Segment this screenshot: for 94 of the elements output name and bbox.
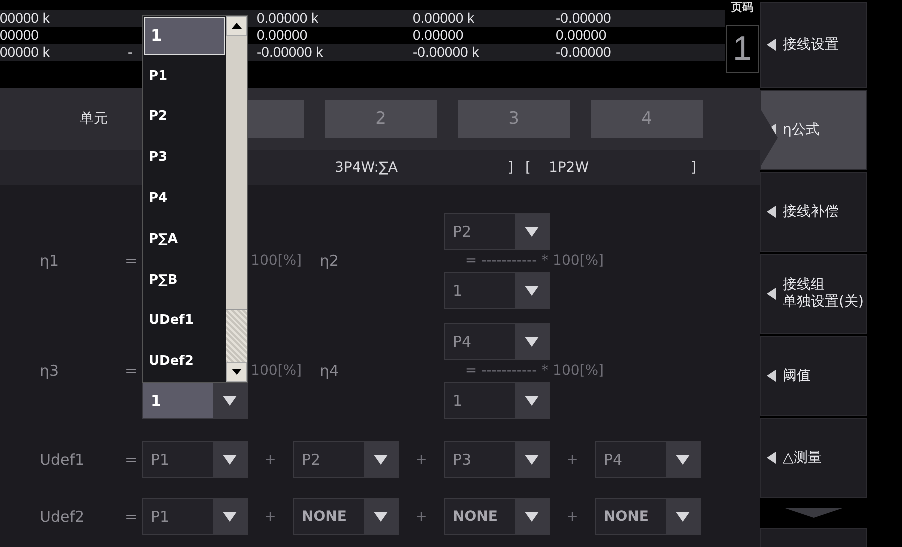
equals-sign: =: [125, 252, 138, 270]
left-triangle-icon: [767, 288, 776, 300]
dropdown-arrow-icon: [223, 396, 237, 406]
table-cell: -: [128, 44, 133, 60]
scroll-down-button[interactable]: [226, 362, 247, 382]
dropdown-select[interactable]: P2: [293, 441, 399, 478]
dropdown-select[interactable]: 1: [444, 272, 550, 309]
dropdown-arrow-icon: [374, 512, 388, 522]
plus-sign: +: [416, 452, 428, 468]
table-cell: 0.00000 k: [257, 10, 318, 26]
wiring-mode: 1P2W: [548, 160, 590, 176]
plus-sign: +: [416, 508, 428, 524]
down-triangle-icon: [784, 508, 844, 518]
table-cell: 0.00000: [556, 27, 607, 43]
list-option[interactable]: P4: [143, 178, 226, 219]
sidebar-button[interactable]: 接线设置: [760, 2, 867, 88]
list-option[interactable]: P1: [143, 56, 226, 97]
formula-label: η1: [40, 252, 60, 270]
unit-label: 单元: [80, 111, 108, 127]
left-triangle-icon: [767, 206, 776, 218]
sidebar-button[interactable]: η公式: [760, 90, 867, 170]
dropdown-arrow-icon: [525, 512, 539, 522]
list-option[interactable]: P3: [143, 137, 226, 178]
sidebar-button[interactable]: 接线组 单独设置(关): [760, 254, 867, 334]
list-option[interactable]: UDef2: [143, 341, 226, 382]
dropdown-arrow-icon: [525, 336, 539, 346]
formula-label: η2: [320, 252, 340, 270]
fraction-text: = ----------- * 100[%]: [465, 363, 604, 379]
table-cell: 0.00000: [257, 27, 308, 43]
page-label: 页码: [732, 1, 754, 15]
up-triangle-icon: [232, 23, 242, 29]
dropdown-select[interactable]: NONE: [444, 498, 550, 535]
dropdown-arrow-icon: [374, 454, 388, 464]
left-triangle-icon: [767, 39, 776, 51]
table-cell: -0.00000 k: [413, 44, 480, 60]
formula-label: η3: [40, 362, 60, 380]
table-cell: 0.00000: [413, 27, 464, 43]
down-triangle-icon: [232, 369, 242, 375]
table-cell: -0.00000: [556, 44, 612, 60]
bracket: ]: [508, 160, 514, 176]
dropdown-select[interactable]: P1: [142, 441, 248, 478]
dropdown-arrow-icon: [223, 512, 237, 522]
plus-sign: +: [566, 452, 578, 468]
dropdown-select[interactable]: P1: [142, 498, 248, 535]
formula-label: η4: [320, 362, 340, 380]
plus-sign: +: [566, 508, 578, 524]
equals-sign: =: [125, 450, 138, 468]
dropdown-arrow-icon: [525, 396, 539, 406]
sidebar-button[interactable]: 接线补偿: [760, 172, 867, 252]
bracket: [: [525, 160, 531, 176]
dropdown-select[interactable]: P4: [444, 323, 550, 360]
wiring-mode: 3P4W:∑A: [335, 160, 400, 176]
table-cell: -0.00000 k: [257, 44, 324, 60]
table-cell: 00000 k: [0, 10, 50, 26]
list-option[interactable]: P∑A: [143, 218, 226, 260]
scrollbar[interactable]: [226, 16, 247, 382]
dropdown-arrow-icon: [676, 512, 690, 522]
list-option[interactable]: UDef1: [143, 300, 226, 342]
table-cell: 00000: [0, 27, 39, 43]
plus-sign: +: [264, 452, 276, 468]
dropdown-select[interactable]: P4: [595, 441, 701, 478]
dropdown-arrow-icon: [525, 226, 539, 236]
bracket: ]: [690, 160, 696, 176]
sidebar-button[interactable]: △测量: [760, 418, 867, 498]
table-cell: 0.00000 k: [413, 10, 474, 26]
left-triangle-icon: [767, 452, 776, 464]
formula-label: Udef1: [40, 450, 85, 468]
sidebar-button[interactable]: 阈值: [760, 336, 867, 416]
list-option[interactable]: 1: [144, 17, 225, 55]
list-option[interactable]: P2: [143, 96, 226, 138]
fraction-text: = ----------- * 100[%]: [465, 253, 604, 269]
equals-sign: =: [125, 508, 138, 526]
dropdown-select[interactable]: P2: [444, 213, 550, 250]
plus-sign: +: [264, 508, 276, 524]
dropdown-select[interactable]: NONE: [293, 498, 399, 535]
dropdown-select[interactable]: NONE: [595, 498, 701, 535]
fraction-text: 100[%]: [251, 253, 302, 269]
left-triangle-icon: [767, 370, 776, 382]
table-cell: 00000 k: [0, 44, 50, 60]
dropdown-arrow-icon: [525, 454, 539, 464]
dropdown-arrow-icon: [676, 454, 690, 464]
scrollbar-thumb[interactable]: [226, 309, 247, 362]
dropdown-arrow-icon: [525, 286, 539, 296]
dropdown-select[interactable]: 1: [444, 382, 550, 419]
scroll-up-button[interactable]: [226, 16, 247, 36]
fraction-text: 100[%]: [251, 363, 302, 379]
equals-sign: =: [125, 362, 138, 380]
formula-label: Udef2: [40, 508, 85, 526]
dropdown-select[interactable]: P3: [444, 441, 550, 478]
page-number: 1: [726, 25, 759, 73]
table-cell: -0.00000: [556, 10, 612, 26]
list-option[interactable]: P∑B: [143, 260, 226, 300]
dropdown-select[interactable]: 1: [142, 382, 248, 419]
dropdown-arrow-icon: [223, 454, 237, 464]
